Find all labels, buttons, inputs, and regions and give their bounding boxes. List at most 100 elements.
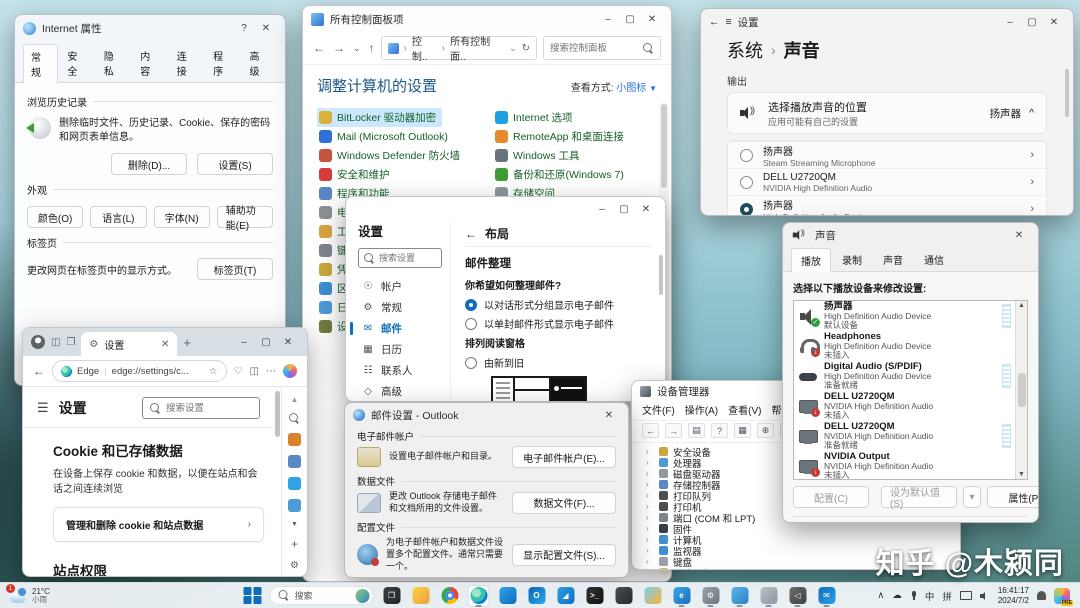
control-panel-item[interactable]: BitLocker 驱动器加密 (317, 108, 442, 127)
up-button[interactable]: ↑ (369, 41, 375, 55)
properties-button[interactable]: 属性(P) (987, 486, 1039, 508)
forward-button[interactable]: → (333, 41, 345, 55)
nav-menu-icon[interactable]: ≡ (726, 16, 732, 28)
property-tab[interactable]: 隐私 (96, 43, 131, 82)
menu-item[interactable]: 操作(A) (685, 402, 718, 417)
weather-widget[interactable]: 1 21°C 小雨 (0, 583, 60, 608)
tabs-button[interactable]: 标签页(T) (197, 258, 273, 280)
radio-option[interactable]: 以对话形式分组显示电子邮件 (465, 297, 651, 312)
control-panel-item[interactable]: RemoteApp 和桌面连接 (493, 127, 630, 146)
toolbar-button[interactable]: ← (642, 423, 659, 438)
dialog-titlebar[interactable]: )) 声音 ✕ (783, 223, 1038, 247)
appearance-button[interactable]: 辅助功能(E) (217, 206, 273, 228)
settings-nav-item[interactable]: ☉ 帐户 (358, 276, 442, 297)
toolbar-button[interactable]: ? (711, 423, 728, 438)
close-button[interactable]: ✕ (255, 23, 277, 34)
output-device-row[interactable]: 扬声器 Steam Streaming Microphone › (728, 141, 1046, 168)
sidebar-add-icon[interactable]: + (291, 537, 298, 551)
help-button[interactable]: ? (233, 23, 255, 34)
appearance-button[interactable]: 颜色(O) (27, 206, 83, 228)
property-tab[interactable]: 安全 (59, 43, 94, 82)
tab-actions-icon[interactable]: ❐ (66, 337, 75, 348)
menu-item[interactable]: 查看(V) (728, 402, 761, 417)
search-input[interactable] (550, 43, 639, 54)
maximize-button[interactable]: ▢ (255, 337, 277, 348)
sidebar-search-icon[interactable] (289, 413, 300, 424)
edge-sidebar-icon[interactable] (288, 499, 301, 512)
group-action-button[interactable]: 数据文件(F)... (512, 492, 616, 514)
breadcrumb-all-items[interactable]: 所有控制面.. (450, 33, 504, 63)
control-panel-item[interactable]: 备份和还原(Windows 7) (493, 165, 630, 184)
sound-tab[interactable]: 播放 (791, 248, 831, 272)
minimize-button[interactable]: – (233, 337, 255, 348)
edge-sidebar-icon[interactable] (288, 455, 301, 468)
maximize-button[interactable]: ▢ (1021, 17, 1043, 28)
dialog-titlebar[interactable]: 邮件设置 - Outlook ✕ (345, 403, 628, 427)
back-button[interactable]: ← (33, 364, 45, 378)
start-button[interactable] (243, 586, 263, 606)
radio-selected[interactable] (465, 299, 477, 311)
toolbar-button[interactable]: → (665, 423, 682, 438)
address-dropdown-icon[interactable]: ⌄ (509, 43, 517, 54)
group-action-button[interactable]: 电子邮件帐户(E)... (512, 446, 616, 468)
close-button[interactable]: ✕ (635, 204, 657, 215)
breadcrumb-system[interactable]: 系统 (727, 37, 763, 63)
taskbar-app-button[interactable] (439, 585, 461, 607)
close-button[interactable]: ✕ (1008, 230, 1030, 241)
scrollbar[interactable] (275, 391, 280, 437)
expand-chevron-icon[interactable]: › (646, 447, 654, 456)
sidebar-collapse-icon[interactable]: ▲ (291, 395, 299, 404)
minimize-button[interactable]: – (591, 204, 613, 215)
control-panel-item[interactable]: Windows 工具 (493, 146, 586, 165)
edge-sidebar-icon[interactable] (288, 433, 301, 446)
taskbar-app-button[interactable] (410, 585, 432, 607)
taskbar-app-button[interactable] (613, 585, 635, 607)
expand-chevron-icon[interactable]: › (646, 480, 654, 489)
output-location-card[interactable]: )) 选择播放声音的位置 应用可能有自己的设置 扬声器 ^ (727, 92, 1047, 134)
taskbar-app-button[interactable] (642, 585, 664, 607)
ime-language-indicator[interactable]: 中 (925, 589, 935, 603)
settings-nav-item[interactable]: ✉ 邮件 (358, 318, 442, 339)
settings-nav-item[interactable]: ⚙ 常规 (358, 297, 442, 318)
appearance-button[interactable]: 字体(N) (154, 206, 210, 228)
refresh-icon[interactable]: ↻ (522, 43, 530, 54)
scrollbar[interactable]: ▲▼ (1015, 301, 1027, 479)
taskbar-app-button[interactable]: ❐ (381, 585, 403, 607)
more-menu-icon[interactable]: ⋯ (266, 366, 276, 377)
ime-mode-indicator[interactable]: 拼 (942, 589, 952, 603)
taskbar-app-button[interactable]: e (671, 585, 693, 607)
recent-pages-button[interactable]: ⌄ (353, 43, 361, 54)
preview-build-icon[interactable]: PRE (1054, 588, 1070, 604)
search-input[interactable] (166, 403, 252, 414)
workspaces-icon[interactable]: ◫ (51, 337, 60, 348)
radio-unselected[interactable] (465, 357, 477, 369)
playback-device-row[interactable]: 扬声器 High Definition Audio Device 默认设备 (794, 301, 1015, 331)
maximize-button[interactable]: ▢ (613, 204, 635, 215)
taskbar-app-button[interactable] (729, 585, 751, 607)
device-radio[interactable] (740, 203, 753, 216)
view-by-caret-icon[interactable]: ▼ (649, 84, 657, 93)
collapse-chevron-icon[interactable]: ^ (1029, 107, 1034, 119)
taskbar-app-button[interactable]: ◢ (555, 585, 577, 607)
control-panel-titlebar[interactable]: 所有控制面板项 –▢✕ (303, 6, 671, 32)
edge-sidebar-icon[interactable] (288, 477, 301, 490)
breadcrumb-control-panel[interactable]: 控制.. (412, 33, 437, 63)
new-tab-button[interactable]: + (183, 335, 191, 350)
view-by-dropdown[interactable]: 小图标 (616, 83, 646, 94)
output-device-row[interactable]: DELL U2720QM NVIDIA High Definition Audi… (728, 168, 1046, 195)
output-device-row[interactable]: 扬声器 High Definition Audio Device › (728, 195, 1046, 216)
taskbar-app-button[interactable]: ◁ (787, 585, 809, 607)
settings-search[interactable] (142, 397, 260, 419)
taskbar-app-button[interactable] (468, 585, 490, 607)
radio-option[interactable]: 以单封邮件形式显示电子邮件 (465, 316, 651, 331)
close-button[interactable]: ✕ (1043, 17, 1065, 28)
close-button[interactable]: ✕ (598, 410, 620, 421)
playback-device-row[interactable]: Headphones High Definition Audio Device … (794, 331, 1015, 361)
settings-search[interactable] (358, 248, 442, 268)
close-button[interactable]: ✕ (277, 337, 299, 348)
set-default-button[interactable]: 设为默认值(S) (881, 486, 957, 508)
taskbar-app-button[interactable]: >_ (584, 585, 606, 607)
favorite-star-icon[interactable]: ☆ (209, 366, 218, 377)
browser-essentials-icon[interactable]: ♡ (234, 366, 243, 377)
taskbar-app-button[interactable] (758, 585, 780, 607)
